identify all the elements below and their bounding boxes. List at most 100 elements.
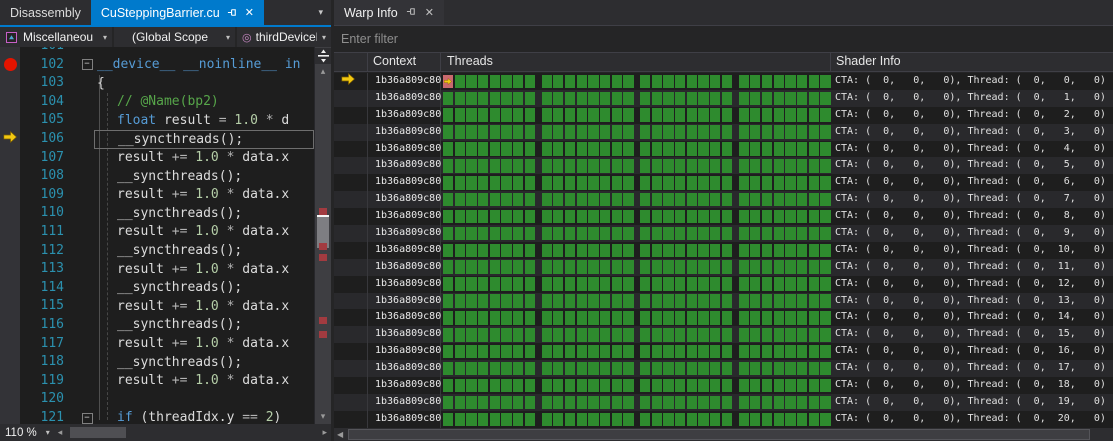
thread-cell[interactable] bbox=[796, 395, 808, 410]
warp-horizontal-scrollbar[interactable]: ◀ bbox=[334, 428, 1113, 441]
thread-cell[interactable] bbox=[785, 74, 796, 89]
thread-cell[interactable] bbox=[651, 378, 662, 393]
thread-cell[interactable] bbox=[640, 91, 651, 106]
thread-cell[interactable] bbox=[513, 142, 524, 156]
thread-cell[interactable] bbox=[478, 311, 489, 325]
thread-cell[interactable] bbox=[773, 209, 784, 224]
thread-cell[interactable] bbox=[820, 159, 831, 173]
thread-cell[interactable] bbox=[698, 277, 709, 291]
thread-cell[interactable] bbox=[721, 209, 733, 224]
thread-cell[interactable] bbox=[588, 192, 599, 207]
thread-cell[interactable] bbox=[785, 209, 796, 224]
thread-cell[interactable] bbox=[454, 260, 465, 274]
thread-cell[interactable] bbox=[738, 125, 749, 139]
thread-cell[interactable] bbox=[564, 176, 576, 190]
thread-cell[interactable] bbox=[640, 412, 651, 426]
thread-cell[interactable] bbox=[808, 125, 819, 139]
thread-cell[interactable] bbox=[478, 176, 489, 190]
thread-cell[interactable] bbox=[611, 328, 622, 342]
thread-cell[interactable] bbox=[541, 91, 552, 106]
thread-cell[interactable] bbox=[651, 395, 662, 410]
thread-cell[interactable] bbox=[820, 260, 831, 274]
thread-cell[interactable] bbox=[576, 311, 587, 325]
thread-cell[interactable] bbox=[710, 176, 721, 190]
thread-cell[interactable] bbox=[501, 142, 512, 156]
thread-cell[interactable] bbox=[675, 260, 686, 274]
thread-cell[interactable] bbox=[796, 176, 808, 190]
thread-cell[interactable] bbox=[541, 142, 552, 156]
thread-cell[interactable] bbox=[640, 176, 651, 190]
breakpoint-margin[interactable] bbox=[0, 260, 20, 279]
thread-cell[interactable] bbox=[454, 192, 465, 207]
thread-cell[interactable] bbox=[675, 243, 686, 258]
thread-cell[interactable] bbox=[443, 243, 454, 258]
thread-cell[interactable] bbox=[710, 395, 721, 410]
thread-cell[interactable] bbox=[796, 91, 808, 106]
thread-cell[interactable] bbox=[564, 108, 576, 122]
thread-cell[interactable] bbox=[623, 395, 634, 410]
thread-cell[interactable] bbox=[796, 226, 808, 241]
warp-row[interactable]: 1b36a809c80 CTA: ( 0, 0, 0), Thread: ( 0,… bbox=[334, 326, 1113, 344]
thread-cell[interactable] bbox=[761, 125, 773, 139]
thread-cell[interactable] bbox=[686, 91, 698, 106]
breakpoint-margin[interactable] bbox=[0, 315, 20, 335]
thread-cell[interactable] bbox=[576, 142, 587, 156]
thread-cell[interactable] bbox=[611, 226, 622, 241]
editor-vertical-scrollbar[interactable]: ▴ ▾ bbox=[314, 47, 331, 424]
thread-cell[interactable] bbox=[443, 91, 454, 106]
thread-cell[interactable] bbox=[588, 311, 599, 325]
thread-cell[interactable] bbox=[640, 395, 651, 410]
thread-cell[interactable] bbox=[651, 361, 662, 376]
thread-cell[interactable] bbox=[796, 361, 808, 376]
thread-cell[interactable] bbox=[808, 344, 819, 359]
thread-cell[interactable] bbox=[663, 412, 674, 426]
thread-cell[interactable] bbox=[796, 328, 808, 342]
thread-cell[interactable] bbox=[611, 91, 622, 106]
thread-cell[interactable] bbox=[663, 209, 674, 224]
thread-cell[interactable] bbox=[820, 192, 831, 207]
thread-cell[interactable] bbox=[576, 192, 587, 207]
thread-cell[interactable] bbox=[710, 226, 721, 241]
thread-cell[interactable] bbox=[541, 412, 552, 426]
thread-cell[interactable] bbox=[686, 344, 698, 359]
thread-cell[interactable] bbox=[675, 125, 686, 139]
thread-cell[interactable] bbox=[738, 328, 749, 342]
thread-cell[interactable] bbox=[443, 142, 454, 156]
thread-cell[interactable] bbox=[611, 159, 622, 173]
thread-cell[interactable] bbox=[599, 311, 611, 325]
thread-cell[interactable] bbox=[820, 243, 831, 258]
thread-cell[interactable] bbox=[541, 395, 552, 410]
thread-cell[interactable] bbox=[808, 311, 819, 325]
thread-cell[interactable] bbox=[443, 294, 454, 308]
thread-cell[interactable] bbox=[675, 176, 686, 190]
thread-cell[interactable] bbox=[478, 412, 489, 426]
thread-cell[interactable] bbox=[773, 361, 784, 376]
scroll-left-arrow-icon[interactable]: ◀ bbox=[334, 430, 346, 439]
thread-cell[interactable] bbox=[640, 226, 651, 241]
thread-cell[interactable] bbox=[466, 311, 477, 325]
thread-cell[interactable] bbox=[501, 192, 512, 207]
thread-cell[interactable] bbox=[675, 74, 686, 89]
thread-cell[interactable] bbox=[773, 395, 784, 410]
thread-cell[interactable] bbox=[564, 125, 576, 139]
thread-cell[interactable] bbox=[820, 328, 831, 342]
scroll-down-arrow-icon[interactable]: ▾ bbox=[315, 411, 331, 422]
breakpoint-margin[interactable] bbox=[0, 55, 20, 75]
thread-cell[interactable] bbox=[599, 108, 611, 122]
thread-cell[interactable] bbox=[738, 344, 749, 359]
thread-cell[interactable] bbox=[524, 395, 536, 410]
thread-cell[interactable] bbox=[443, 125, 454, 139]
zoom-level-dropdown[interactable]: 110 % ▾ bbox=[0, 427, 54, 439]
thread-cell[interactable] bbox=[686, 361, 698, 376]
thread-cell[interactable] bbox=[524, 74, 536, 89]
thread-cell[interactable] bbox=[564, 142, 576, 156]
thread-cell[interactable] bbox=[564, 209, 576, 224]
thread-cell[interactable] bbox=[721, 378, 733, 393]
thread-cell[interactable] bbox=[588, 74, 599, 89]
warp-row[interactable]: 1b36a809c80 CTA: ( 0, 0, 0), Thread: ( 0,… bbox=[334, 89, 1113, 107]
thread-cell[interactable] bbox=[796, 125, 808, 139]
thread-cell[interactable] bbox=[785, 378, 796, 393]
thread-cell[interactable] bbox=[524, 176, 536, 190]
thread-cell[interactable] bbox=[599, 226, 611, 241]
thread-cell[interactable] bbox=[738, 260, 749, 274]
